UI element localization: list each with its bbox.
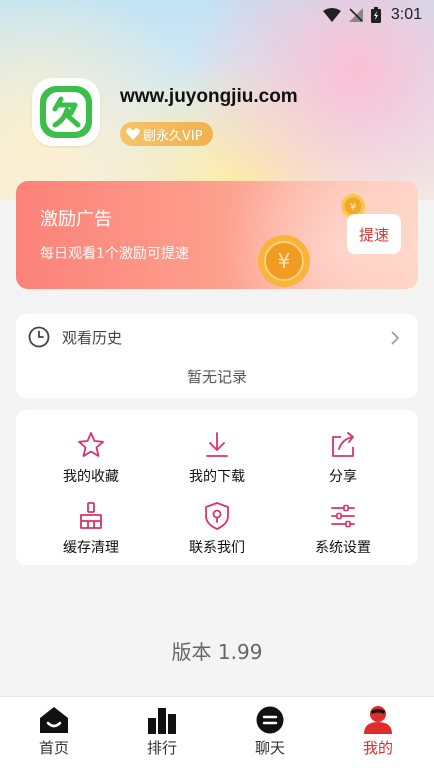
share-label: 分享 (329, 469, 357, 485)
location-shield-icon (205, 502, 229, 530)
no-signal-icon (348, 8, 363, 22)
battery-icon (370, 7, 381, 23)
app-logo (32, 78, 100, 146)
watch-history-header: 观看历史 (28, 326, 122, 348)
bottom-tab-bar: 首页 排行 聊天 我的 (0, 696, 434, 773)
watch-history-empty: 暂无记录 (186, 368, 247, 386)
wifi-icon (322, 8, 341, 22)
favorites-label: 我的收藏 (63, 469, 119, 485)
download-icon (206, 432, 228, 457)
clear-cache-item[interactable]: 缓存清理 (24, 501, 158, 561)
contact-item[interactable]: 联系我们 (150, 501, 284, 561)
clear-cache-label: 缓存清理 (63, 540, 119, 556)
tab-ranking[interactable]: 排行 (108, 705, 216, 758)
ad-title: 激励广告 (40, 209, 112, 230)
reward-ad-card[interactable]: ¥ ¥ 激励广告 每日观看1个激励可提速 提速 (16, 181, 418, 289)
sliders-icon (331, 504, 355, 528)
tab-chat[interactable]: 聊天 (216, 705, 324, 758)
svg-text:¥: ¥ (278, 249, 291, 273)
user-icon (364, 706, 392, 734)
broom-icon (80, 502, 102, 529)
ranking-icon (148, 708, 176, 734)
downloads-label: 我的下载 (189, 469, 245, 485)
tab-chat-label: 聊天 (254, 739, 285, 757)
svg-text:¥: ¥ (350, 202, 356, 213)
version-text: 版本 1.99 (171, 640, 263, 664)
vip-badge[interactable]: 剧永久VIP (120, 122, 213, 146)
status-bar: 3:01 (0, 0, 434, 30)
chat-icon (256, 706, 284, 734)
ad-subtitle: 每日观看1个激励可提速 (40, 246, 189, 262)
feature-grid: 我的收藏 我的下载 分享 缓存清理 联系我们 系统设置 (16, 410, 418, 565)
heart-icon (126, 128, 140, 140)
settings-item[interactable]: 系统设置 (276, 501, 410, 561)
home-icon (40, 707, 68, 733)
profile-header (32, 78, 100, 146)
downloads-item[interactable]: 我的下载 (150, 430, 284, 490)
coin-icon-large: ¥ (258, 235, 310, 287)
site-name: www.juyongjiu.com (120, 86, 298, 107)
app-logo-icon (40, 86, 92, 138)
share-icon (332, 432, 354, 457)
tab-mine[interactable]: 我的 (324, 705, 432, 758)
status-time: 3:01 (390, 6, 422, 23)
favorites-item[interactable]: 我的收藏 (24, 430, 158, 490)
vip-label: 剧永久VIP (143, 128, 203, 144)
clock-icon (28, 326, 50, 348)
tab-home[interactable]: 首页 (0, 705, 108, 758)
tab-home-label: 首页 (38, 739, 69, 757)
chevron-right-icon[interactable] (390, 330, 400, 346)
tab-mine-label: 我的 (362, 739, 393, 757)
settings-label: 系统设置 (315, 540, 371, 556)
watch-history-title: 观看历史 (62, 328, 123, 347)
share-item[interactable]: 分享 (276, 430, 410, 490)
contact-label: 联系我们 (189, 540, 245, 556)
star-icon (78, 432, 104, 457)
watch-history-card[interactable]: 观看历史 暂无记录 (16, 314, 418, 398)
tab-ranking-label: 排行 (146, 739, 177, 757)
speed-up-button[interactable]: 提速 (347, 214, 401, 254)
